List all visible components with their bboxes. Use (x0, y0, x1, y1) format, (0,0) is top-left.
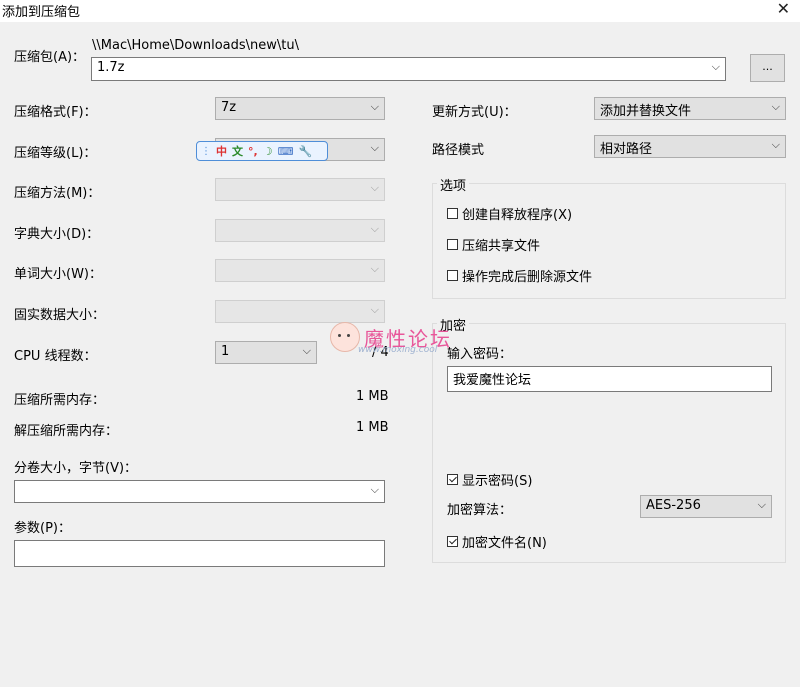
params-label: 参数(P)： (14, 521, 71, 536)
archive-path: \\Mac\Home\Downloads\new\tu\ (92, 38, 299, 53)
watermark-url: www.moxing.cool (358, 345, 438, 355)
pathmode-label: 路径模式 (432, 143, 485, 158)
update-label: 更新方式(U)： (432, 105, 517, 120)
encrypt-names-checkbox[interactable]: 加密文件名(N) (447, 532, 547, 551)
params-input[interactable] (14, 540, 385, 567)
pathmode-value: 相对路径 (600, 142, 653, 157)
dict-label: 字典大小(D)： (14, 227, 100, 242)
checkbox-box (447, 208, 458, 219)
show-password-label: 显示密码(S) (462, 474, 533, 489)
sfx-checkbox[interactable]: 创建自释放程序(X) (447, 204, 572, 223)
update-value: 添加并替换文件 (600, 104, 692, 119)
chevron-down-icon: ⌵ (771, 138, 780, 151)
cpu-combobox[interactable]: 1 ⌵ (215, 341, 317, 364)
wrench-icon[interactable]: 🔧 (298, 145, 312, 158)
chevron-down-icon: ⌵ (370, 141, 379, 154)
chevron-down-icon: ⌵ (302, 344, 311, 357)
archive-label: 压缩包(A)： (14, 50, 86, 65)
chevron-down-icon: ⌵ (771, 100, 780, 113)
chevron-down-icon: ⌵ (370, 483, 379, 496)
chevron-down-icon: ⌵ (370, 222, 379, 235)
chevron-down-icon: ⌵ (711, 60, 720, 73)
chevron-down-icon: ⌵ (370, 100, 379, 113)
watermark-face-icon (330, 322, 360, 352)
close-icon[interactable]: ✕ (777, 0, 790, 18)
chevron-down-icon: ⌵ (370, 262, 379, 275)
delete-source-label: 操作完成后删除源文件 (462, 270, 593, 285)
checkbox-box-checked (447, 536, 458, 547)
level-label: 压缩等级(L)： (14, 146, 97, 161)
algo-combobox[interactable]: AES-256 ⌵ (640, 495, 772, 518)
mem-decompress-label: 解压缩所需内存： (14, 424, 119, 439)
sfx-label: 创建自释放程序(X) (462, 208, 573, 223)
chevron-down-icon: ⌵ (757, 498, 766, 511)
chevron-down-icon: ⌵ (370, 181, 379, 194)
show-password-checkbox[interactable]: 显示密码(S) (447, 470, 532, 489)
archive-name-combobox[interactable]: 1.7z ⌵ (91, 57, 726, 81)
checkbox-box (447, 239, 458, 250)
title-bar (0, 0, 800, 22)
chevron-down-icon: ⌵ (370, 303, 379, 316)
dict-combobox[interactable]: ⌵ (215, 219, 385, 242)
ime-mode-icon[interactable]: 中 (216, 143, 227, 159)
volume-label: 分卷大小，字节(V)： (14, 461, 138, 476)
encrypt-names-label: 加密文件名(N) (462, 536, 547, 551)
browse-button[interactable]: ... (750, 54, 785, 82)
watermark: 魔性论坛 www.moxing.cool (330, 322, 452, 355)
archive-name-value: 1.7z (97, 60, 125, 75)
volume-combobox[interactable]: ⌵ (14, 480, 385, 503)
options-title: 选项 (437, 175, 470, 194)
shared-checkbox[interactable]: 压缩共享文件 (447, 235, 540, 254)
password-input[interactable]: 我爱魔性论坛 (447, 366, 772, 392)
password-label: 输入密码： (447, 347, 513, 362)
drag-handle-icon[interactable]: ⋮ (201, 146, 211, 157)
mem-compress-label: 压缩所需内存： (14, 393, 106, 408)
algo-label: 加密算法： (447, 503, 513, 518)
delete-source-checkbox[interactable]: 操作完成后删除源文件 (447, 266, 592, 285)
moon-icon[interactable]: ☽ (263, 145, 273, 158)
word-label: 单词大小(W)： (14, 267, 102, 282)
word-combobox[interactable]: ⌵ (215, 259, 385, 282)
keyboard-icon[interactable]: ⌨ (278, 145, 294, 158)
chinese-icon[interactable]: 文 (232, 143, 243, 159)
format-label: 压缩格式(F)： (14, 105, 97, 120)
cpu-label: CPU 线程数： (14, 349, 97, 364)
solid-combobox[interactable]: ⌵ (215, 300, 385, 323)
cpu-value: 1 (221, 344, 230, 359)
solid-label: 固实数据大小： (14, 308, 106, 323)
format-combobox[interactable]: 7z ⌵ (215, 97, 385, 120)
method-combobox[interactable]: ⌵ (215, 178, 385, 201)
mem-decompress-value: 1 MB (356, 420, 389, 435)
ime-toolbar[interactable]: ⋮ 中 文 °, ☽ ⌨ 🔧 (196, 141, 328, 161)
algo-value: AES-256 (646, 498, 701, 513)
shared-label: 压缩共享文件 (462, 239, 541, 254)
checkbox-box (447, 270, 458, 281)
checkbox-box-checked (447, 474, 458, 485)
format-value: 7z (221, 100, 237, 115)
punctuation-icon[interactable]: °, (248, 145, 258, 158)
method-label: 压缩方法(M)： (14, 186, 101, 201)
pathmode-combobox[interactable]: 相对路径 ⌵ (594, 135, 786, 158)
mem-compress-value: 1 MB (356, 389, 389, 404)
window-title: 添加到压缩包 (2, 5, 81, 20)
update-combobox[interactable]: 添加并替换文件 ⌵ (594, 97, 786, 120)
